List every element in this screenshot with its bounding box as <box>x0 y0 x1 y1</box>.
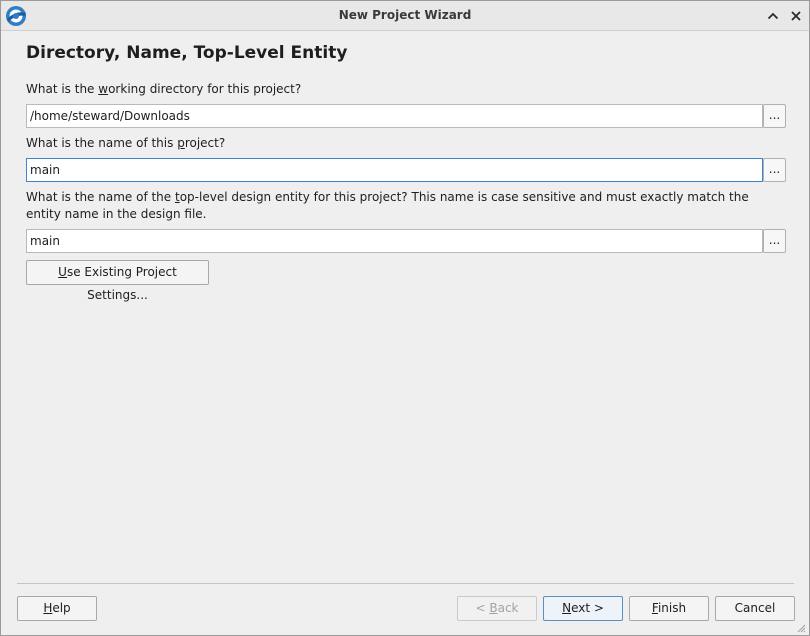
top-level-entity-input[interactable] <box>26 229 763 253</box>
finish-button[interactable]: Finish <box>629 596 709 621</box>
title-bar[interactable]: New Project Wizard <box>1 1 809 31</box>
resize-grip-icon[interactable] <box>796 622 806 633</box>
window-title: New Project Wizard <box>338 8 472 22</box>
next-button[interactable]: Next > <box>543 596 623 621</box>
project-name-input[interactable] <box>26 158 763 182</box>
working-directory-label: What is the working directory for this p… <box>26 82 302 96</box>
page-heading: Directory, Name, Top-Level Entity <box>26 43 348 63</box>
top-level-entity-browse-button[interactable]: ... <box>763 229 786 253</box>
use-existing-project-settings-button[interactable]: Use Existing Project Settings... <box>26 260 209 302</box>
new-project-wizard-window: New Project Wizard Directory, Name, Top-… <box>0 0 810 636</box>
cancel-button[interactable]: Cancel <box>715 596 795 621</box>
project-name-browse-button[interactable]: ... <box>763 158 786 182</box>
working-directory-input[interactable] <box>26 104 763 128</box>
project-name-label: What is the name of this project? <box>26 136 226 150</box>
chevron-up-icon[interactable] <box>765 8 781 24</box>
top-level-entity-label: What is the name of the top-level design… <box>26 190 749 221</box>
close-icon[interactable] <box>788 8 804 24</box>
help-button[interactable]: Help <box>17 596 97 621</box>
footer-separator <box>17 583 794 584</box>
working-directory-browse-button[interactable]: ... <box>763 104 786 128</box>
back-button[interactable]: < Back <box>457 596 537 621</box>
